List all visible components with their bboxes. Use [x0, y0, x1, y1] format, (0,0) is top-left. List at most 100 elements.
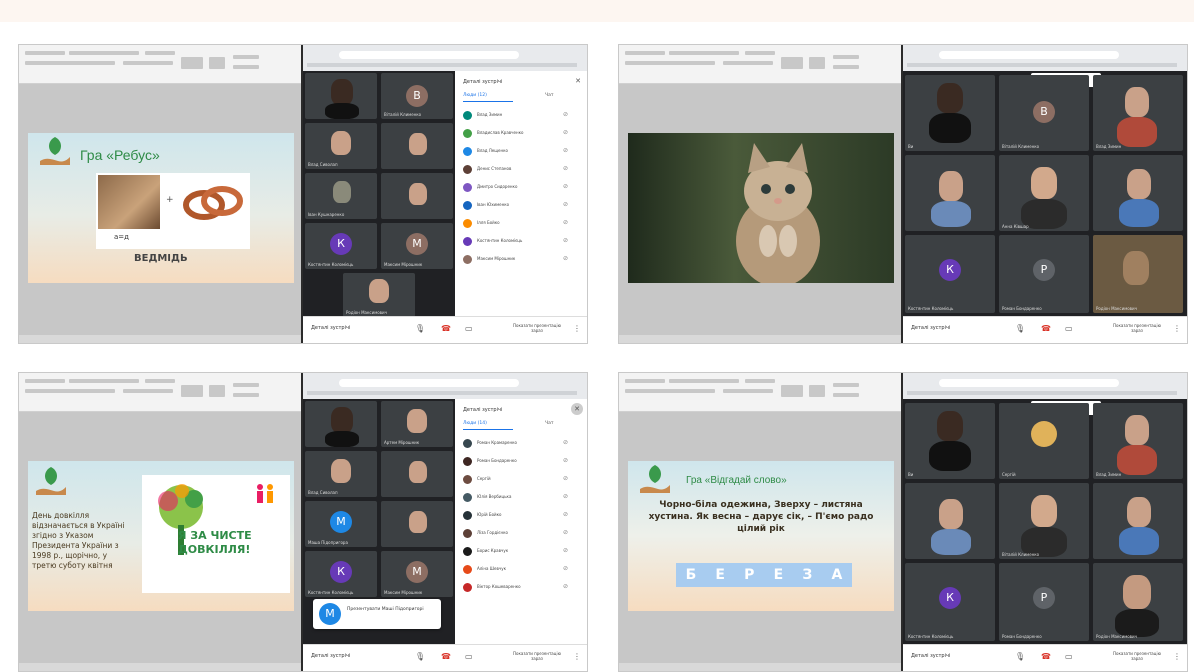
participant-row[interactable]: Влад Зимин ⊘ [463, 109, 581, 123]
participant-row[interactable]: Владислав Кравченко ⊘ [463, 127, 581, 141]
more-options-icon[interactable]: ⋮ [573, 652, 581, 661]
ribbon-control[interactable] [209, 57, 225, 69]
participant-row[interactable]: Костянтин Коломієць ⊘ [463, 235, 581, 249]
mic-off-icon[interactable]: ⊘ [563, 565, 568, 572]
mic-off-icon[interactable]: ⊘ [563, 511, 568, 518]
ribbon-control[interactable] [123, 389, 173, 393]
ribbon-control[interactable] [25, 61, 115, 65]
ribbon-control[interactable] [181, 385, 203, 397]
camera-icon[interactable]: ▭ [1065, 324, 1073, 333]
participant-row[interactable]: Борис Кравчук ⊘ [463, 545, 581, 559]
ppt-ribbon[interactable] [19, 45, 301, 84]
ribbon-control[interactable] [25, 51, 65, 55]
browser-toolbar[interactable] [903, 373, 1187, 399]
participant-row[interactable]: Максим Мірошник ⊘ [463, 253, 581, 267]
participant-row[interactable]: Сергій ⊘ [463, 473, 581, 487]
microphone-icon[interactable]: 🎙 [415, 652, 425, 661]
hang-up-icon[interactable]: ☎ [441, 324, 451, 333]
ribbon-control[interactable] [625, 389, 715, 393]
ribbon-control[interactable] [145, 51, 175, 55]
browser-toolbar[interactable] [903, 45, 1187, 71]
ribbon-control[interactable] [625, 61, 715, 65]
ribbon-control[interactable] [809, 385, 825, 397]
mic-off-icon[interactable]: ⊘ [563, 201, 568, 208]
camera-icon[interactable]: ▭ [465, 652, 473, 661]
ribbon-control[interactable] [25, 379, 65, 383]
mic-off-icon[interactable]: ⊘ [563, 183, 568, 190]
camera-icon[interactable]: ▭ [465, 324, 473, 333]
address-bar[interactable] [339, 379, 519, 387]
present-now-button[interactable]: Показати презентацію зараз [513, 323, 561, 333]
ribbon-control[interactable] [625, 51, 665, 55]
mic-off-icon[interactable]: ⊘ [563, 457, 568, 464]
tab-chat[interactable]: Чат [545, 421, 553, 426]
hang-up-icon[interactable]: ☎ [1041, 652, 1051, 661]
browser-toolbar[interactable] [303, 373, 587, 399]
more-options-icon[interactable]: ⋮ [1173, 652, 1181, 661]
tab-people[interactable]: Люди (12) [463, 93, 487, 98]
ribbon-control[interactable] [781, 57, 803, 69]
microphone-icon[interactable]: 🎙 [415, 324, 425, 333]
ppt-ribbon[interactable] [19, 373, 301, 412]
ribbon-control[interactable] [781, 385, 803, 397]
participant-row[interactable]: Аліна Шевчук ⊘ [463, 563, 581, 577]
more-options-icon[interactable]: ⋮ [1173, 324, 1181, 333]
camera-icon[interactable]: ▭ [1065, 652, 1073, 661]
hang-up-icon[interactable]: ☎ [441, 652, 451, 661]
mic-off-icon[interactable]: ⊘ [563, 547, 568, 554]
ribbon-control[interactable] [745, 51, 775, 55]
more-options-icon[interactable]: ⋮ [573, 324, 581, 333]
mic-off-icon[interactable]: ⊘ [563, 475, 568, 482]
participant-row[interactable]: Дмитро Сидоренко ⊘ [463, 181, 581, 195]
address-bar[interactable] [939, 51, 1119, 59]
mic-off-icon[interactable]: ⊘ [563, 583, 568, 590]
mic-off-icon[interactable]: ⊘ [563, 147, 568, 154]
participant-row[interactable]: Влад Лещенко ⊘ [463, 145, 581, 159]
hang-up-icon[interactable]: ☎ [1041, 324, 1051, 333]
present-now-button[interactable]: Показати презентацію зараз [1113, 651, 1161, 661]
browser-toolbar[interactable] [303, 45, 587, 71]
ribbon-control[interactable] [723, 61, 773, 65]
address-bar[interactable] [939, 379, 1119, 387]
ribbon-control[interactable] [25, 389, 115, 393]
ribbon-control[interactable] [233, 383, 259, 387]
ribbon-control[interactable] [833, 383, 859, 387]
ribbon-control[interactable] [233, 55, 259, 59]
tab-chat[interactable]: Чат [545, 93, 553, 98]
mic-off-icon[interactable]: ⊘ [563, 255, 568, 262]
participant-row[interactable]: Ліза Гордієнко ⊘ [463, 527, 581, 541]
microphone-icon[interactable]: 🎙 [1015, 324, 1025, 333]
meeting-details-button[interactable]: Деталі зустрічі [911, 653, 950, 659]
participant-row[interactable]: Ілля Бойко ⊘ [463, 217, 581, 231]
participant-row[interactable]: Юлія Вербицька ⊘ [463, 491, 581, 505]
meeting-details-button[interactable]: Деталі зустрічі [311, 325, 350, 331]
ribbon-control[interactable] [745, 379, 775, 383]
ribbon-control[interactable] [669, 379, 739, 383]
ppt-ribbon[interactable] [619, 45, 901, 84]
participant-row[interactable]: Денис Степанов ⊘ [463, 163, 581, 177]
participant-row[interactable]: Роман Бондаренко ⊘ [463, 455, 581, 469]
participant-row[interactable]: Віктор Кошеваренко ⊘ [463, 581, 581, 595]
mic-off-icon[interactable]: ⊘ [563, 237, 568, 244]
mic-off-icon[interactable]: ⊘ [563, 129, 568, 136]
meeting-details-button[interactable]: Деталі зустрічі [911, 325, 950, 331]
ribbon-control[interactable] [123, 61, 173, 65]
ribbon-control[interactable] [833, 55, 859, 59]
present-now-button[interactable]: Показати презентацію зараз [513, 651, 561, 661]
participant-row[interactable]: Іван Юхименко ⊘ [463, 199, 581, 213]
ribbon-control[interactable] [69, 379, 139, 383]
ribbon-control[interactable] [209, 385, 225, 397]
present-now-button[interactable]: Показати презентацію зараз [1113, 323, 1161, 333]
mic-off-icon[interactable]: ⊘ [563, 529, 568, 536]
participant-row[interactable]: Роман Крамаренко ⊘ [463, 437, 581, 451]
ribbon-control[interactable] [833, 393, 859, 397]
ribbon-control[interactable] [669, 51, 739, 55]
mic-off-icon[interactable]: ⊘ [563, 219, 568, 226]
ribbon-control[interactable] [833, 65, 859, 69]
ribbon-control[interactable] [181, 57, 203, 69]
ribbon-control[interactable] [723, 389, 773, 393]
mic-off-icon[interactable]: ⊘ [563, 165, 568, 172]
mic-off-icon[interactable]: ⊘ [563, 111, 568, 118]
ribbon-control[interactable] [145, 379, 175, 383]
ribbon-control[interactable] [69, 51, 139, 55]
